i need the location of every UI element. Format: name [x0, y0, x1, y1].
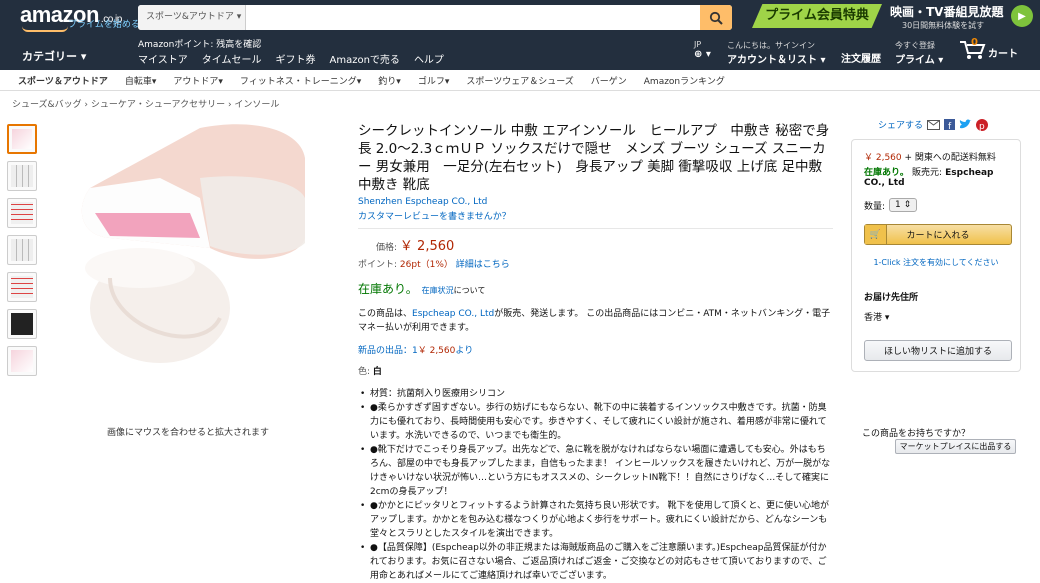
ship-to-select[interactable]: 香港 ▾ — [864, 310, 1008, 323]
image-zoom-hint: 画像にマウスを合わせると拡大されます — [107, 428, 270, 438]
thumbnail[interactable] — [7, 235, 37, 265]
subnav-fishing[interactable]: 釣り▾ — [378, 74, 401, 87]
subnav-sports[interactable]: スポーツ＆アウトドア — [18, 74, 108, 87]
sell-question: この商品をお持ちですか？ — [862, 429, 971, 439]
stock-info-link[interactable]: 在庫状況 — [422, 286, 454, 295]
brand-link[interactable]: Shenzhen Espcheap CO., Ltd — [358, 197, 487, 207]
prime-promo-banner[interactable]: プライム会員特典 — [752, 4, 882, 28]
feature-bullet: ●かかとにピッタリとフィットするよう計算された気持ち良い形状です。 靴下を使用し… — [358, 499, 833, 541]
language-selector[interactable]: JP ⊕ ▾ — [694, 40, 711, 60]
subnav-outdoor[interactable]: アウトドア▾ — [173, 74, 223, 87]
thumbnail[interactable] — [7, 198, 37, 228]
subnav-bargain[interactable]: バーゲン — [591, 74, 627, 87]
price-row: 価格: ￥ 2,560 — [376, 239, 455, 254]
search-input[interactable] — [246, 5, 700, 30]
nav-link-mystore[interactable]: マイストア — [138, 51, 188, 66]
orders-link[interactable]: 注文履歴 — [841, 50, 881, 65]
points-link[interactable]: Amazonポイント: 残高を確認 — [138, 37, 261, 50]
sell-on-marketplace-button[interactable]: マーケットプレイスに出品する — [895, 439, 1016, 454]
email-icon[interactable] — [927, 119, 941, 130]
sub-navigation: スポーツ＆アウトドア 自転車▾ アウトドア▾ フィットネス・トレーニング▾ 釣り… — [0, 70, 1040, 91]
prime-start-link[interactable]: プライムを始める — [68, 17, 140, 30]
new-offers-link[interactable]: 新品の出品：1￥ 2,560より — [358, 343, 833, 356]
subnav-golf[interactable]: ゴルフ▾ — [418, 74, 450, 87]
ship-to-title: お届け先住所 — [864, 293, 919, 303]
play-icon[interactable]: ▶ — [1011, 5, 1033, 27]
cart-count: 0 — [971, 37, 978, 48]
write-review-link[interactable]: カスタマーレビューを書きませんか？ — [358, 212, 511, 222]
price: ￥ 2,560 — [399, 239, 455, 254]
share-link[interactable]: シェアする — [878, 118, 923, 131]
search-icon — [709, 11, 723, 25]
quantity-row: 数量: 1 ⇕ — [864, 198, 1008, 212]
cart-link[interactable]: 0 カート — [958, 37, 1018, 60]
category-menu[interactable]: カテゴリー ▾ — [22, 48, 86, 64]
search-button[interactable] — [700, 5, 732, 30]
nav-links: マイストア タイムセール ギフト券 Amazonで売る ヘルプ — [138, 51, 444, 66]
search-category-select[interactable]: スポーツ&アウトドア ▾ — [138, 5, 246, 30]
thumbnail[interactable] — [7, 124, 37, 154]
search-bar: スポーツ&アウトドア ▾ — [138, 5, 732, 30]
feature-bullet: 材質：抗菌剤入り医療用シリコン — [358, 387, 833, 401]
quantity-select[interactable]: 1 ⇕ — [889, 198, 918, 212]
divider — [358, 228, 833, 229]
promo-title[interactable]: 映画・TV番組見放題 — [890, 3, 1003, 20]
top-navigation: amazon .co.jp プライムを始める スポーツ&アウトドア ▾ プライム会… — [0, 0, 1040, 70]
color-option: 色: 白 — [358, 367, 382, 377]
points-row: ポイント: 26pt（1%） 詳細はこちら — [358, 260, 510, 270]
subnav-ranking[interactable]: Amazonランキング — [644, 74, 725, 87]
seller-info: この商品は、Espcheap CO., Ltdが販売、発送します。 この出品商品… — [358, 309, 831, 333]
account-menu[interactable]: こんにちは。サインイン アカウント＆リスト ▾ — [727, 40, 826, 66]
add-to-cart-button[interactable]: 🛒 カートに入れる — [864, 224, 1012, 245]
nav-link-help[interactable]: ヘルプ — [414, 51, 444, 66]
subnav-fitness[interactable]: フィットネス・トレーニング▾ — [240, 74, 361, 87]
pinterest-icon[interactable]: p — [976, 118, 989, 131]
share-row: シェアする f p — [878, 118, 1031, 131]
facebook-icon[interactable]: f — [944, 119, 956, 130]
nav-link-sell[interactable]: Amazonで売る — [330, 51, 400, 66]
thumbnail-list — [7, 124, 39, 383]
oneclick-link[interactable]: 1-Click 注文を有効にしてください — [864, 257, 1008, 268]
points-details-link[interactable]: 詳細はこちら — [456, 260, 510, 270]
product-details: シークレットインソール 中敷 エアインソール ヒールアプ 中敷き 秘密で身長 2… — [358, 122, 833, 583]
promo-subtitle: 30日間無料体験を試す — [902, 21, 985, 30]
feature-bullet: ●靴下だけでこっそり身長アップ。出先などで、急に靴を脱がなければならない場面に遭… — [358, 443, 833, 499]
add-to-wishlist-button[interactable]: ほしい物リストに追加する — [864, 340, 1012, 361]
thumbnail[interactable] — [7, 161, 37, 191]
feature-bullet: ●柔らかすぎず固すぎない。歩行の妨げにもならない、靴下の中に装着するインソックス… — [358, 401, 833, 443]
subnav-sportswear[interactable]: スポーツウェア＆シューズ — [466, 74, 573, 87]
stock-status: 在庫あり。 在庫状況について — [358, 282, 486, 296]
thumbnail[interactable] — [7, 346, 37, 376]
breadcrumb[interactable]: シューズ&バッグ › シューケア・シューアクセサリー › インソール — [12, 97, 279, 110]
thumbnail[interactable] — [7, 309, 37, 339]
subnav-bicycle[interactable]: 自転車▾ — [125, 74, 157, 87]
nav-link-giftcard[interactable]: ギフト券 — [276, 51, 316, 66]
buybox-stock: 在庫あり。 販売元: Espcheap CO., Ltd — [864, 168, 994, 188]
feature-bullets: 材質：抗菌剤入り医療用シリコン ●柔らかすぎず固すぎない。歩行の妨げにもならない… — [358, 387, 833, 583]
cart-label: カート — [988, 49, 1018, 60]
buy-box-column: シェアする f p ￥ 2,560 + 関東への配送料無料 在庫あり。 販売元:… — [851, 118, 1031, 372]
prime-menu[interactable]: 今すぐ登録 プライム ▾ — [895, 40, 943, 66]
cart-icon: 🛒 — [865, 225, 887, 244]
globe-icon: ⊕ ▾ — [694, 49, 711, 60]
nav-link-timesale[interactable]: タイムセール — [202, 51, 262, 66]
buy-box: ￥ 2,560 + 関東への配送料無料 在庫あり。 販売元: Espcheap … — [851, 139, 1021, 372]
svg-text:p: p — [979, 122, 985, 131]
feature-bullet: ●【品質保障】(Espcheap以外の非正規または海賊版商品のご購入をご注意願い… — [358, 541, 833, 583]
buybox-price: ￥ 2,560 + 関東への配送料無料 — [864, 153, 996, 163]
seller-link[interactable]: Espcheap CO., Ltd — [412, 309, 494, 319]
logo-smile — [22, 26, 68, 32]
product-title: シークレットインソール 中敷 エアインソール ヒールアプ 中敷き 秘密で身長 2… — [358, 123, 830, 193]
twitter-icon[interactable] — [959, 119, 972, 130]
product-image[interactable] — [50, 118, 315, 378]
thumbnail[interactable] — [7, 272, 37, 302]
